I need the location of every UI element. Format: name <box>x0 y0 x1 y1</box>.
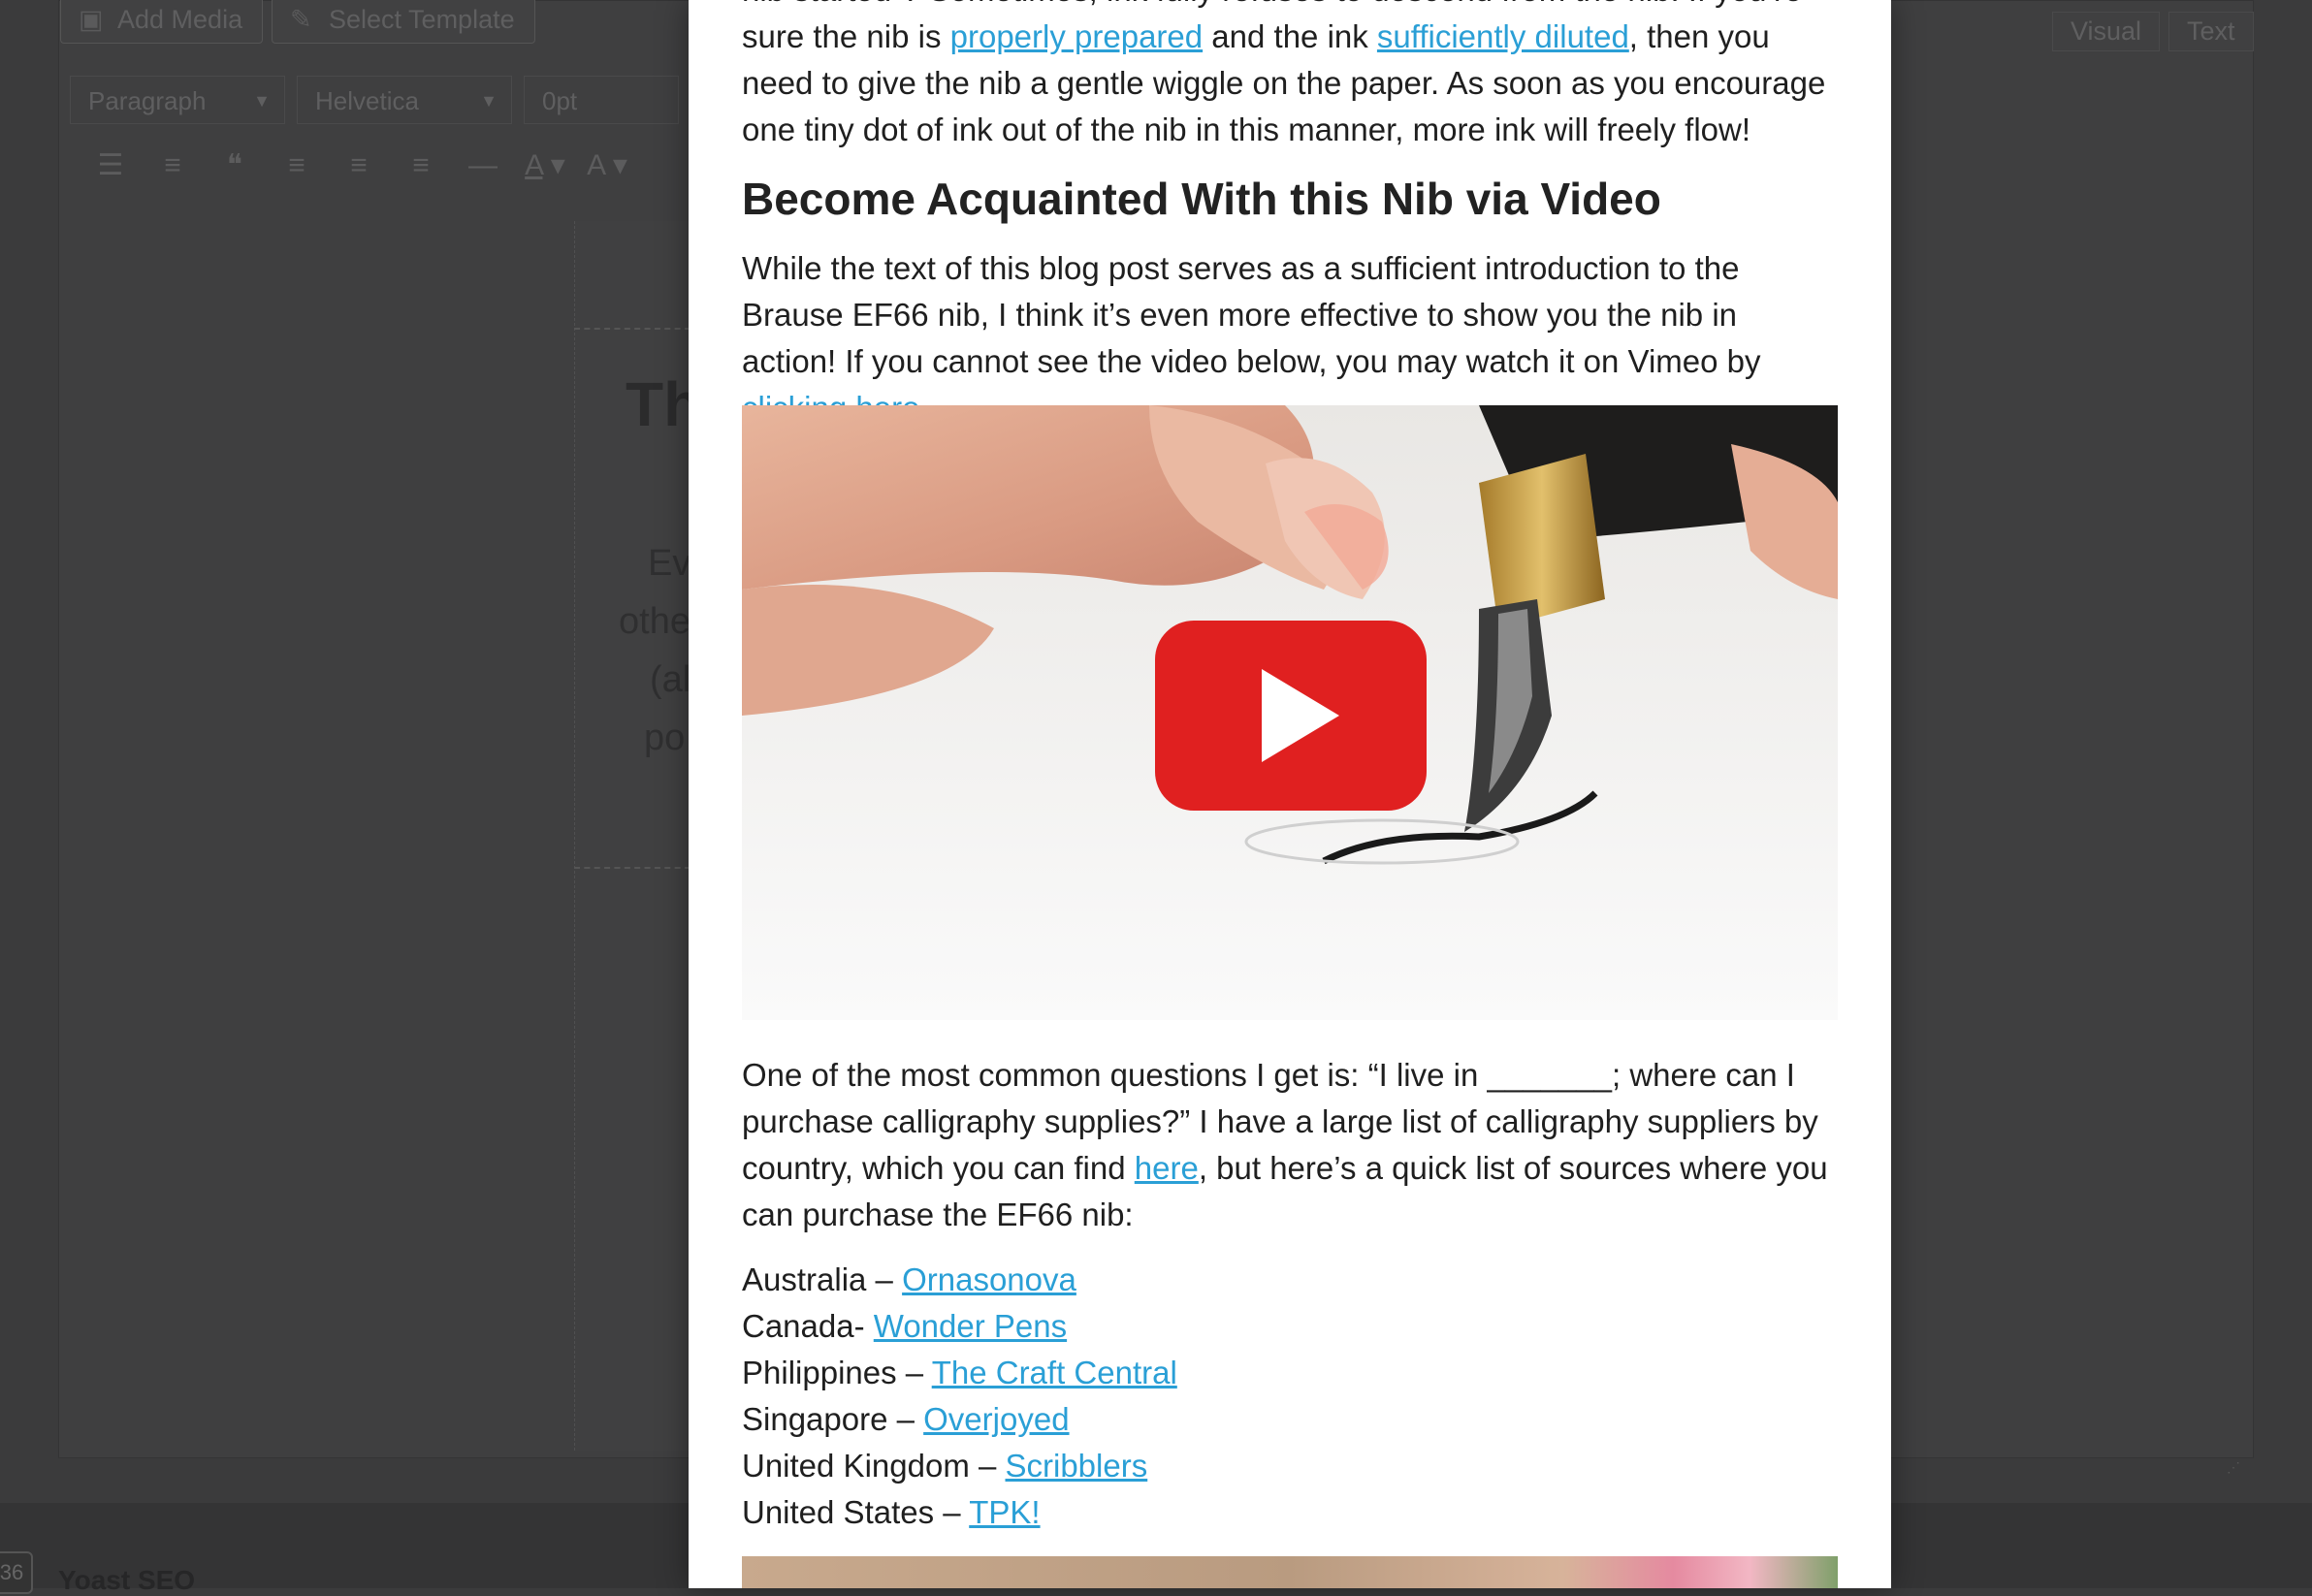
bullet-list-icon[interactable]: ☰ <box>80 145 142 186</box>
paragraph-suppliers-intro: One of the most common questions I get i… <box>742 1052 1838 1238</box>
page-divider <box>574 328 690 330</box>
paragraph-text: While the text of this blog post serves … <box>742 250 1761 379</box>
chevron-down-icon: ▼ <box>480 91 498 111</box>
font-size-value: 0pt <box>542 86 578 115</box>
media-icon: ▣ <box>79 5 104 34</box>
chevron-down-icon: ▼ <box>253 91 271 111</box>
align-left-icon[interactable]: ≡ <box>266 145 328 186</box>
editor-text-line: othe <box>619 601 690 642</box>
list-item: Canada- Wonder Pens <box>742 1303 1838 1350</box>
format-toolbar: ☰ ≡ ❝ ≡ ≡ ≡ — A ▾ A ▾ <box>80 145 638 186</box>
count-badge: 36 <box>0 1551 33 1594</box>
supplier-country: United Kingdom – <box>742 1448 1006 1484</box>
select-template-label: Select Template <box>329 5 515 34</box>
paragraph-text: sure the nib is <box>742 18 950 54</box>
paragraph-text: and the ink <box>1203 18 1377 54</box>
supplier-link[interactable]: Overjoyed <box>923 1401 1069 1437</box>
list-item: Singapore – Overjoyed <box>742 1396 1838 1443</box>
format-select-value: Paragraph <box>88 86 207 115</box>
link-here[interactable]: here <box>1135 1150 1199 1186</box>
list-item: Australia – Ornasonova <box>742 1257 1838 1303</box>
supplier-country: Singapore – <box>742 1401 924 1437</box>
editor-text-line: Ev <box>648 543 691 584</box>
list-item: Philippines – The Craft Central <box>742 1350 1838 1396</box>
editor-text-line: (al <box>650 659 691 700</box>
tab-visual[interactable]: Visual <box>2052 12 2161 51</box>
link-sufficiently-diluted[interactable]: sufficiently diluted <box>1377 18 1629 54</box>
resize-grip-icon[interactable]: ⋰ <box>2227 1459 2244 1477</box>
font-select-value: Helvetica <box>315 86 419 115</box>
font-size-select[interactable]: 0pt <box>524 76 679 124</box>
align-center-icon[interactable]: ≡ <box>328 145 390 186</box>
video-thumbnail <box>742 405 1838 1020</box>
link-properly-prepared[interactable]: properly prepared <box>950 18 1204 54</box>
background-color-icon[interactable]: A ▾ <box>576 145 638 186</box>
supplier-list: Australia – Ornasonova Canada- Wonder Pe… <box>742 1257 1838 1536</box>
add-media-label: Add Media <box>117 5 243 34</box>
video-embed[interactable] <box>742 405 1838 1020</box>
brush-icon: ✎ <box>290 5 312 34</box>
list-item: United Kingdom – Scribblers <box>742 1443 1838 1489</box>
editor-text-line: po <box>644 718 686 758</box>
tab-text[interactable]: Text <box>2168 12 2254 51</box>
supplier-country: Philippines – <box>742 1355 932 1390</box>
supplier-link[interactable]: Ornasonova <box>902 1261 1076 1297</box>
align-right-icon[interactable]: ≡ <box>390 145 452 186</box>
select-template-button[interactable]: ✎ Select Template <box>272 0 535 44</box>
format-select[interactable]: Paragraph ▼ <box>70 76 285 124</box>
horizontal-rule-icon[interactable]: — <box>452 145 514 186</box>
text-color-icon[interactable]: A ▾ <box>514 145 576 186</box>
supplier-country: Australia – <box>742 1261 903 1297</box>
font-select[interactable]: Helvetica ▼ <box>297 76 512 124</box>
blockquote-icon[interactable]: ❝ <box>204 145 266 186</box>
supplier-link[interactable]: TPK! <box>969 1494 1040 1530</box>
article-image <box>742 1556 1838 1588</box>
supplier-country: Canada- <box>742 1308 874 1344</box>
supplier-link[interactable]: Wonder Pens <box>874 1308 1067 1344</box>
paragraph-video-intro: While the text of this blog post serves … <box>742 245 1838 431</box>
supplier-link[interactable]: The Craft Central <box>932 1355 1177 1390</box>
page-divider <box>574 867 690 869</box>
paragraph-text: nib started”? Sometimes, ink fully refus… <box>742 0 1802 8</box>
tab-text-label: Text <box>2187 16 2235 46</box>
supplier-link[interactable]: Scribblers <box>1006 1448 1148 1484</box>
numbered-list-icon[interactable]: ≡ <box>142 145 204 186</box>
yoast-seo-label[interactable]: Yoast SEO <box>58 1565 195 1596</box>
section-heading: Become Acquainted With this Nib via Vide… <box>742 174 1661 224</box>
list-item: United States – TPK! <box>742 1489 1838 1536</box>
paragraph-nib-tips: nib started”? Sometimes, ink fully refus… <box>742 0 1838 153</box>
preview-modal: nib started”? Sometimes, ink fully refus… <box>689 0 1891 1588</box>
add-media-button[interactable]: ▣ Add Media <box>60 0 264 44</box>
supplier-country: United States – <box>742 1494 970 1530</box>
tab-visual-label: Visual <box>2071 16 2142 46</box>
